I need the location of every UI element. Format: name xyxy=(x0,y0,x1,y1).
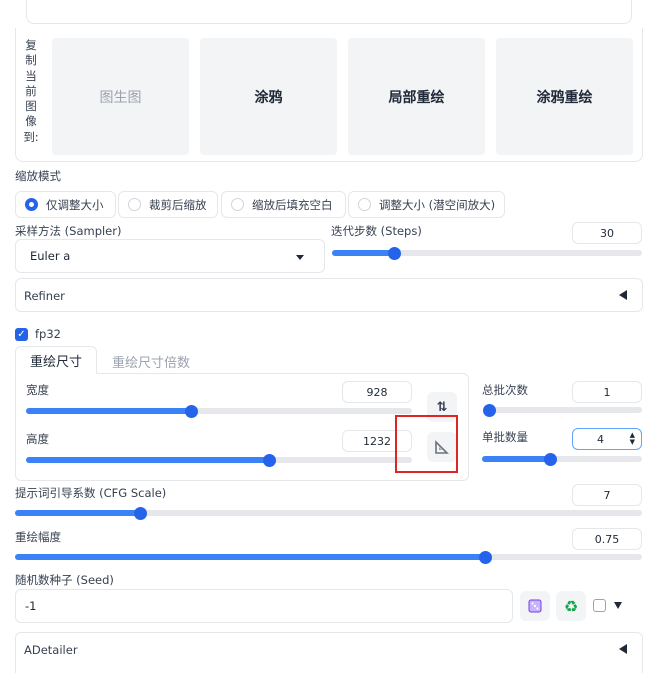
batch-count-label: 总批次数 xyxy=(482,383,528,397)
copy-to-img2img-button: 图生图 xyxy=(52,38,189,155)
refiner-label: Refiner xyxy=(24,289,65,303)
refiner-accordion[interactable]: Refiner xyxy=(15,278,643,312)
width-input[interactable]: 928 xyxy=(342,381,412,403)
steps-input[interactable]: 30 xyxy=(572,222,642,244)
cfg-scale-slider-fill xyxy=(15,510,141,516)
collapse-arrow-icon[interactable] xyxy=(619,644,627,654)
height-slider[interactable] xyxy=(26,453,412,467)
cfg-scale-slider-thumb[interactable] xyxy=(133,506,147,520)
batch-count-slider[interactable] xyxy=(482,403,642,417)
swap-arrows-icon: ⇅ xyxy=(436,399,448,415)
sampler-label: 采样方法 (Sampler) xyxy=(15,224,122,238)
copy-to-inpaint-sketch-button[interactable]: 涂鸦重绘 xyxy=(496,38,633,155)
batch-size-slider[interactable] xyxy=(482,452,642,466)
batch-size-slider-thumb[interactable] xyxy=(544,452,558,466)
radio-icon xyxy=(231,198,244,211)
width-slider[interactable] xyxy=(26,404,412,418)
resize-mode-label: 缩放模式 xyxy=(15,169,61,183)
sampler-value: Euler a xyxy=(30,249,71,263)
denoise-slider-fill xyxy=(15,554,486,560)
reuse-seed-button[interactable]: ♻ xyxy=(556,591,586,621)
steps-slider-thumb[interactable] xyxy=(387,246,401,260)
radio-selected-icon xyxy=(25,198,38,211)
denoise-input[interactable]: 0.75 xyxy=(572,528,642,550)
recycle-icon: ♻ xyxy=(563,596,579,616)
seed-input[interactable]: -1 xyxy=(15,589,513,623)
width-slider-fill xyxy=(26,408,192,414)
batch-count-slider-thumb[interactable] xyxy=(482,403,496,417)
dropdown-arrow-icon xyxy=(296,255,304,260)
denoise-label: 重绘幅度 xyxy=(15,530,61,544)
width-slider-thumb[interactable] xyxy=(185,404,199,418)
width-label: 宽度 xyxy=(26,383,49,397)
extra-seed-dropdown-icon[interactable] xyxy=(614,602,622,609)
collapse-arrow-icon[interactable] xyxy=(619,290,627,300)
resize-mode-just-resize[interactable]: 仅调整大小 xyxy=(15,191,116,218)
height-slider-fill xyxy=(26,457,270,463)
resize-mode-resize-and-fill[interactable]: 缩放后填充空白 xyxy=(221,191,346,218)
random-seed-button[interactable] xyxy=(520,591,550,621)
tab-scale-by[interactable]: 重绘尺寸倍数 xyxy=(112,352,190,371)
adetailer-label: ADetailer xyxy=(24,643,78,657)
batch-size-label: 单批数量 xyxy=(482,430,528,444)
batch-count-input[interactable]: 1 xyxy=(572,381,642,403)
radio-icon xyxy=(128,198,141,211)
height-slider-thumb[interactable] xyxy=(262,453,276,467)
prompt-box-bottom[interactable] xyxy=(26,0,632,24)
steps-slider-fill xyxy=(332,250,394,256)
batch-size-slider-fill xyxy=(482,456,551,462)
denoise-slider[interactable] xyxy=(15,550,642,564)
radio-icon xyxy=(358,198,371,211)
copy-to-inpaint-button[interactable]: 局部重绘 xyxy=(348,38,485,155)
copy-to-sketch-button[interactable]: 涂鸦 xyxy=(200,38,337,155)
seed-value: -1 xyxy=(25,599,37,613)
dice-icon xyxy=(528,599,542,613)
resize-mode-crop-and-resize[interactable]: 裁剪后缩放 xyxy=(118,191,218,218)
fp32-checkbox[interactable]: ✓ xyxy=(15,328,28,341)
extra-seed-checkbox[interactable] xyxy=(593,599,606,612)
copy-image-label: 复 制 当 前 图 像 到: xyxy=(23,38,39,144)
spinner-arrows-icon[interactable]: ▲ ▼ xyxy=(630,432,635,446)
adetailer-accordion[interactable]: ADetailer xyxy=(15,632,643,673)
cfg-scale-input[interactable]: 7 xyxy=(572,484,642,506)
cfg-scale-slider[interactable] xyxy=(15,506,642,520)
denoise-slider-thumb[interactable] xyxy=(478,550,492,564)
batch-size-input[interactable]: 4 ▲ ▼ xyxy=(572,428,642,450)
resize-mode-latent-upscale[interactable]: 调整大小 (潜空间放大) xyxy=(348,191,505,218)
tab-size[interactable]: 重绘尺寸 xyxy=(15,346,97,374)
seed-label: 随机数种子 (Seed) xyxy=(15,573,114,587)
highlight-box xyxy=(395,415,458,473)
cfg-scale-label: 提示词引导系数 (CFG Scale) xyxy=(15,486,167,500)
sampler-dropdown[interactable]: Euler a xyxy=(15,239,325,273)
fp32-label: fp32 xyxy=(35,327,61,341)
height-label: 高度 xyxy=(26,432,49,446)
batch-size-value: 4 xyxy=(597,432,604,446)
steps-slider[interactable] xyxy=(332,246,642,260)
steps-label: 迭代步数 (Steps) xyxy=(331,224,422,238)
